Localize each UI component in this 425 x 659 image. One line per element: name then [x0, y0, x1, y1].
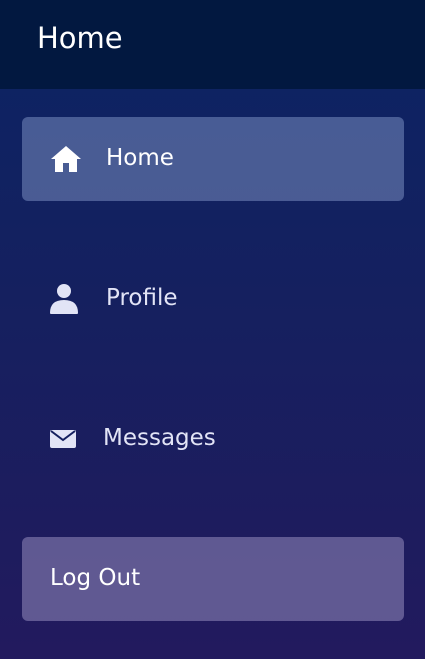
sidebar-item-messages[interactable]: Messages [22, 397, 404, 481]
home-icon [50, 143, 82, 175]
page-title: Home [37, 21, 123, 55]
logout-label: Log Out [50, 565, 141, 591]
app-header: Home [0, 0, 425, 89]
sidebar-item-label: Profile [106, 285, 178, 311]
sidebar-item-label: Home [106, 145, 174, 171]
sidebar-item-home[interactable]: Home [22, 117, 404, 201]
user-icon [50, 283, 82, 315]
logout-button[interactable]: Log Out [22, 537, 404, 621]
sidebar-item-profile[interactable]: Profile [22, 257, 404, 341]
sidebar-item-label: Messages [103, 425, 216, 451]
envelope-icon [50, 423, 82, 455]
